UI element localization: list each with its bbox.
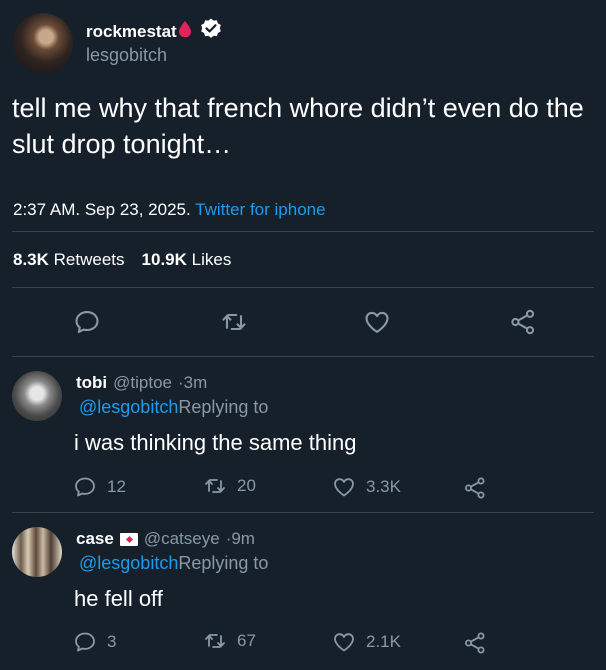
- reply-text: i was thinking the same thing: [74, 430, 357, 455]
- replying-to-label: Replying to: [178, 397, 269, 417]
- reply-share-button[interactable]: [463, 631, 497, 655]
- retweets-count: 8.3K: [13, 250, 49, 269]
- share-icon: [465, 632, 485, 654]
- reply-text: he fell off: [74, 586, 163, 611]
- reply-avatar[interactable]: [12, 527, 62, 577]
- meta-separator: .: [75, 200, 81, 219]
- divider: [12, 231, 594, 232]
- heart-icon: [334, 478, 354, 497]
- reply-handle[interactable]: @catseye: [144, 529, 220, 549]
- reply-reply-button[interactable]: 3: [73, 630, 116, 654]
- reply-handle[interactable]: @tiptoe: [113, 373, 172, 393]
- tweet-time[interactable]: 2:37 AM: [13, 200, 75, 219]
- reply-retweet-button[interactable]: 20: [203, 474, 256, 498]
- like-count: 3.3K: [366, 477, 401, 496]
- retweet-button[interactable]: [220, 308, 248, 341]
- reply-like-button[interactable]: 3.3K: [332, 475, 401, 499]
- share-icon: [511, 309, 535, 335]
- retweet-icon: [205, 479, 225, 493]
- reply-header: tobi @tiptoe ·3m: [76, 373, 207, 393]
- reply-icon: [75, 311, 99, 333]
- retweet-count: 20: [237, 476, 256, 495]
- heart-icon: [365, 311, 389, 333]
- reply-mention-link[interactable]: @lesgobitch: [79, 553, 178, 573]
- reply-count: 12: [107, 477, 126, 496]
- replying-to-label: Replying to: [178, 553, 269, 573]
- retweets-label: Retweets: [53, 250, 125, 269]
- reply-like-button[interactable]: 2.1K: [332, 630, 401, 654]
- tweet-meta: 2:37 AM. Sep 23, 2025. Twitter for iphon…: [13, 200, 326, 220]
- reply-display-name[interactable]: tobi: [76, 373, 107, 393]
- like-count: 2.1K: [366, 632, 401, 651]
- reply-count: 3: [107, 632, 117, 651]
- reply-icon: [75, 632, 95, 652]
- reply-time: ·9m: [225, 529, 255, 548]
- like-button[interactable]: [363, 308, 391, 341]
- heart-icon: [334, 633, 354, 652]
- love-letter-icon: [119, 532, 138, 546]
- blood-drop-icon: [178, 21, 191, 42]
- tweet-date[interactable]: Sep 23, 2025: [85, 200, 186, 219]
- retweet-count: 67: [237, 631, 256, 650]
- replying-to: @lesgobitchReplying to: [79, 397, 268, 418]
- reply-button[interactable]: [73, 308, 101, 341]
- share-button[interactable]: [509, 308, 537, 341]
- reply-icon: [75, 477, 95, 497]
- retweet-icon: [205, 634, 225, 648]
- divider: [12, 287, 594, 288]
- reply-header: case @catseye ·9m: [76, 529, 255, 549]
- reply-avatar[interactable]: [12, 371, 62, 421]
- verified-badge-icon: [200, 18, 222, 45]
- likes-count: 10.9K: [141, 250, 187, 269]
- likes-stat[interactable]: 10.9K Likes: [142, 250, 232, 269]
- reply-retweet-button[interactable]: 67: [203, 629, 256, 653]
- tweet-text: tell me why that french whore didn’t eve…: [12, 93, 584, 159]
- retweet-icon: [222, 313, 246, 331]
- reply-mention-link[interactable]: @lesgobitch: [79, 397, 178, 417]
- reply-display-name[interactable]: case: [76, 529, 114, 549]
- reply-share-button[interactable]: [463, 476, 497, 500]
- divider: [12, 512, 594, 513]
- divider: [12, 356, 594, 357]
- likes-label: Likes: [191, 250, 232, 269]
- meta-separator: .: [186, 200, 191, 219]
- reply-time: ·3m: [178, 373, 208, 392]
- author-handle[interactable]: lesgobitch: [86, 45, 167, 66]
- replying-to: @lesgobitchReplying to: [79, 553, 268, 574]
- author-avatar[interactable]: [13, 13, 73, 73]
- author-display-name[interactable]: rockmestat: [86, 22, 177, 42]
- author-name-row[interactable]: rockmestat: [86, 18, 222, 45]
- tweet-stats: 8.3K Retweets 10.9K Likes: [13, 250, 231, 270]
- tweet-source-link[interactable]: Twitter for iphone: [195, 200, 325, 219]
- reply-reply-button[interactable]: 12: [73, 475, 126, 499]
- share-icon: [465, 477, 485, 499]
- retweets-stat[interactable]: 8.3K Retweets: [13, 250, 125, 269]
